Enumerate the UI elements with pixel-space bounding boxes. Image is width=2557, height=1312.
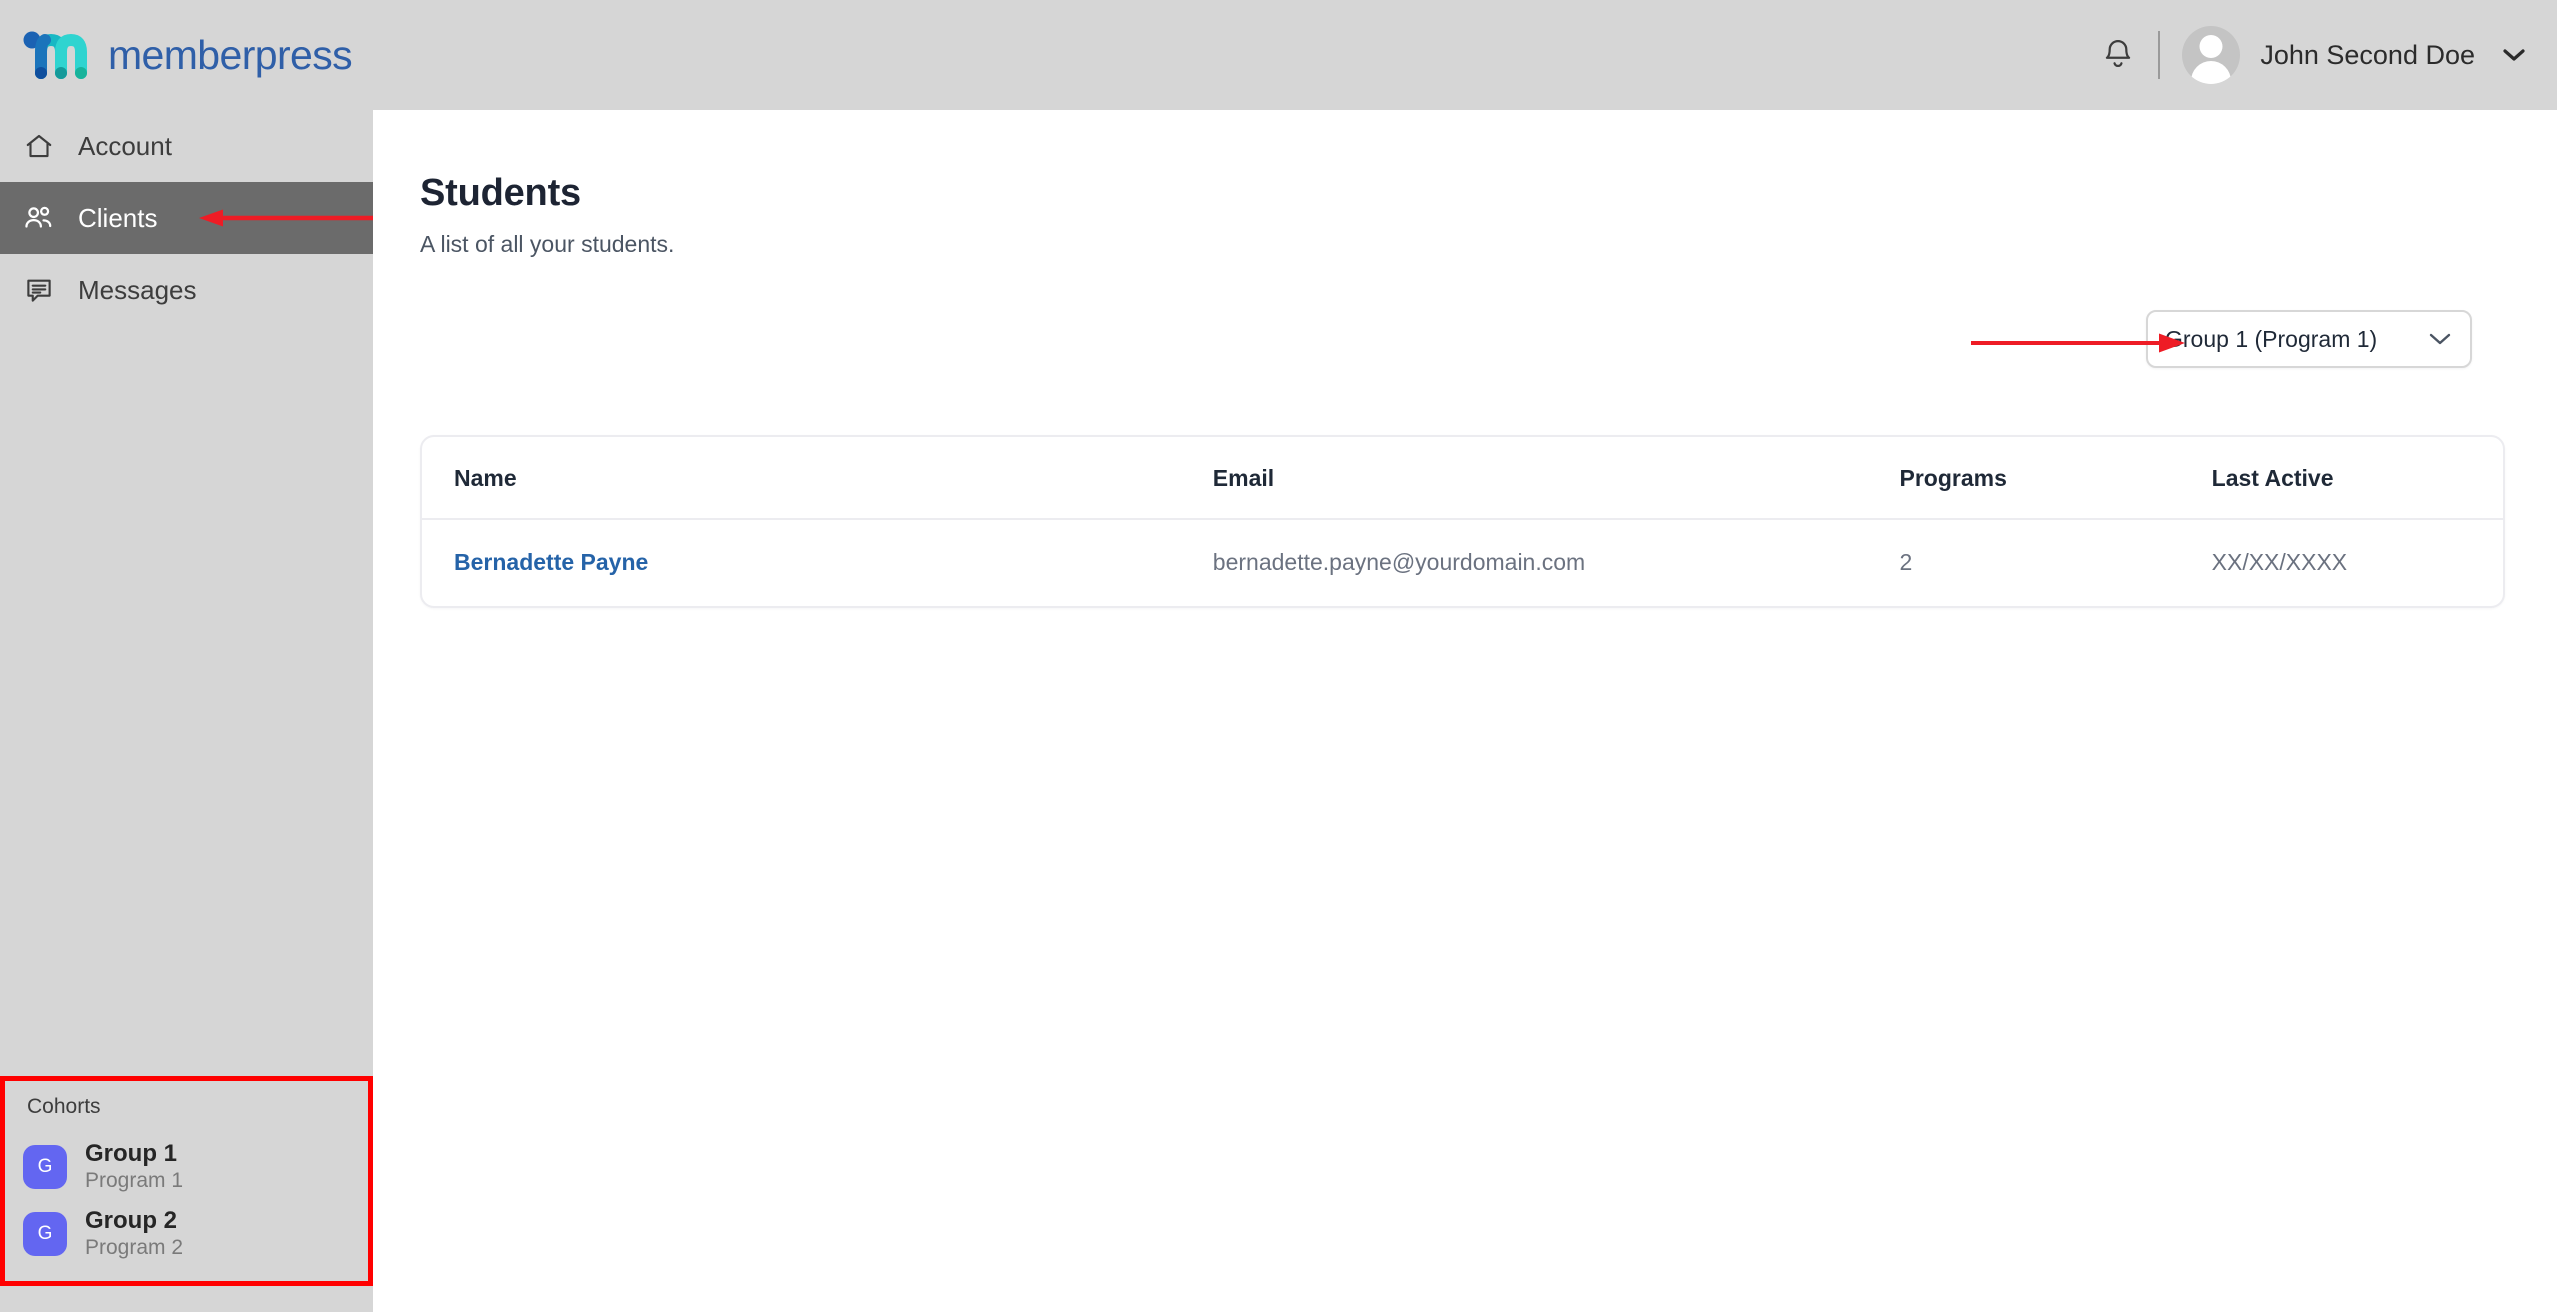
cohort-badge: G bbox=[23, 1144, 67, 1189]
avatar[interactable] bbox=[2182, 26, 2241, 84]
cohort-badge: G bbox=[23, 1211, 67, 1256]
cohort-program: Program 2 bbox=[85, 1235, 184, 1259]
chevron-down-icon[interactable] bbox=[2427, 330, 2453, 348]
memberpress-m-logo-icon bbox=[22, 27, 94, 83]
column-header-last-active[interactable]: Last Active bbox=[2211, 437, 2503, 520]
column-header-email[interactable]: Email bbox=[1212, 437, 1900, 520]
group-select[interactable]: Group 1 (Program 1) bbox=[2146, 310, 2472, 368]
cohorts-section: Cohorts G Group 1 Program 1 G Group 2 Pr… bbox=[0, 1076, 373, 1286]
sidebar-item-messages[interactable]: Messages bbox=[0, 254, 373, 326]
table-head: Name Email Programs Last Active bbox=[422, 437, 2503, 520]
avatar-head bbox=[2199, 35, 2223, 58]
students-table-card: Name Email Programs Last Active Bernadet… bbox=[420, 435, 2505, 608]
users-icon bbox=[22, 201, 56, 235]
sidebar-item-account[interactable]: Account bbox=[0, 110, 373, 182]
header-divider bbox=[2158, 31, 2161, 79]
page-subtitle: A list of all your students. bbox=[420, 231, 675, 257]
bell-icon[interactable] bbox=[2094, 31, 2142, 79]
cohort-item-group-1[interactable]: G Group 1 Program 1 bbox=[5, 1133, 368, 1200]
cohort-program: Program 1 bbox=[85, 1169, 184, 1193]
cohort-item-group-2[interactable]: G Group 2 Program 2 bbox=[5, 1200, 368, 1267]
cohort-text: Group 2 Program 2 bbox=[85, 1207, 183, 1260]
cohorts-label: Cohorts bbox=[27, 1095, 101, 1119]
select-annotation-arrow-icon bbox=[1969, 330, 2189, 361]
chevron-down-icon[interactable] bbox=[2499, 45, 2529, 65]
cohort-name: Group 2 bbox=[85, 1207, 178, 1235]
filter-row: Group 1 (Program 1) bbox=[373, 258, 2557, 368]
sidebar-item-clients[interactable]: Clients bbox=[0, 182, 406, 254]
cohort-name: Group 1 bbox=[85, 1140, 178, 1168]
table-row[interactable]: Bernadette Payne bernadette.payne@yourdo… bbox=[422, 519, 2503, 606]
top-header: memberpress John Second Doe bbox=[0, 0, 2557, 110]
sidebar: Account Clients Messages Cohorts G Group… bbox=[0, 110, 406, 1312]
main-content: Students A list of all your students. Gr… bbox=[373, 110, 2557, 1312]
username-label: John Second Doe bbox=[2260, 39, 2475, 70]
sidebar-item-label: Account bbox=[78, 130, 172, 161]
group-select-value: Group 1 (Program 1) bbox=[2165, 325, 2378, 352]
cohort-text: Group 1 Program 1 bbox=[85, 1140, 183, 1193]
home-icon bbox=[22, 129, 56, 163]
column-header-name[interactable]: Name bbox=[422, 437, 1213, 520]
student-name-link[interactable]: Bernadette Payne bbox=[454, 549, 648, 575]
brand-wordmark: memberpress bbox=[108, 31, 353, 78]
cell-programs: 2 bbox=[1899, 549, 1913, 575]
avatar-body bbox=[2191, 61, 2232, 84]
brand-logo-area[interactable]: memberpress bbox=[0, 27, 353, 83]
cell-email: bernadette.payne@yourdomain.com bbox=[1212, 549, 1586, 575]
cell-last-active: XX/XX/XXXX bbox=[2211, 549, 2348, 575]
table-body: Bernadette Payne bernadette.payne@yourdo… bbox=[422, 519, 2503, 606]
sidebar-item-label: Messages bbox=[78, 274, 197, 305]
students-table: Name Email Programs Last Active Bernadet… bbox=[422, 437, 2503, 606]
page-title: Students bbox=[420, 172, 581, 214]
column-header-programs[interactable]: Programs bbox=[1899, 437, 2212, 520]
top-header-right: John Second Doe bbox=[2094, 26, 2557, 84]
sidebar-item-label: Clients bbox=[78, 202, 158, 233]
table-header-row: Name Email Programs Last Active bbox=[422, 437, 2503, 520]
cell-name[interactable]: Bernadette Payne bbox=[422, 519, 1213, 606]
app-root: memberpress John Second Doe Account Clie… bbox=[0, 0, 2557, 1312]
chat-bubble-icon bbox=[22, 273, 56, 307]
